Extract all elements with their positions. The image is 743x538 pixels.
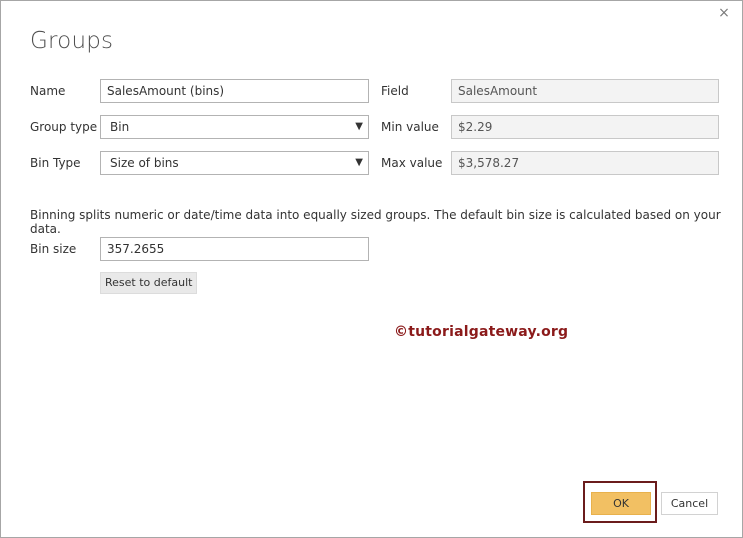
group-type-label: Group type xyxy=(30,120,98,134)
field-input xyxy=(451,79,719,103)
binning-description: Binning splits numeric or date/time data… xyxy=(30,208,721,236)
name-label: Name xyxy=(30,84,66,98)
reset-to-default-button[interactable]: Reset to default xyxy=(100,272,198,294)
min-value-input xyxy=(451,115,719,139)
cancel-button[interactable]: Cancel xyxy=(661,492,718,515)
bin-type-value: Size of bins xyxy=(110,156,179,170)
field-label: Field xyxy=(381,84,409,98)
watermark: ©tutorialgateway.org xyxy=(394,324,569,340)
dialog-title: Groups xyxy=(30,28,114,54)
group-type-dropdown[interactable]: Bin ▼ xyxy=(100,115,369,139)
max-value-label: Max value xyxy=(381,156,443,170)
bin-size-label: Bin size xyxy=(30,242,77,256)
max-value-input xyxy=(451,151,719,175)
bin-type-dropdown[interactable]: Size of bins ▼ xyxy=(100,151,369,175)
min-value-label: Min value xyxy=(381,120,439,134)
chevron-down-icon: ▼ xyxy=(355,121,363,132)
bin-type-label: Bin Type xyxy=(30,156,81,170)
chevron-down-icon: ▼ xyxy=(355,157,363,168)
name-input[interactable] xyxy=(100,79,369,103)
ok-button[interactable]: OK xyxy=(591,492,651,515)
group-type-value: Bin xyxy=(110,120,130,134)
close-icon[interactable]: × xyxy=(716,5,732,21)
bin-size-input[interactable] xyxy=(100,237,369,261)
groups-dialog: × Groups Name Group type Bin ▼ Bin Type … xyxy=(0,0,743,538)
